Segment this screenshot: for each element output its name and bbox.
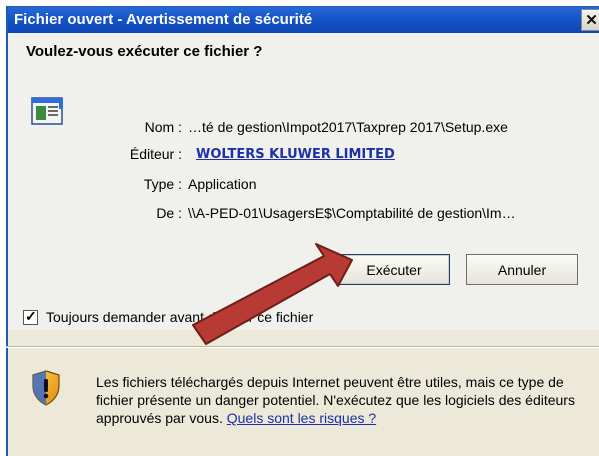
dialog-question: Voulez-vous exécuter ce fichier ? (26, 43, 263, 60)
close-button[interactable]: ✕ (581, 9, 599, 31)
risks-link[interactable]: Quels sont les risques ? (227, 410, 376, 426)
name-label: Nom : (144, 119, 182, 135)
from-value: \\A-PED-01\UsagersE$\Comptabilité de ges… (188, 205, 516, 221)
check-icon: ✓ (25, 308, 37, 324)
always-ask-checkbox[interactable]: ✓ (23, 308, 38, 325)
type-value: Application (188, 176, 257, 192)
cancel-button[interactable]: Annuler (466, 254, 578, 285)
close-icon: ✕ (585, 11, 598, 29)
run-button[interactable]: Exécuter (338, 254, 450, 285)
from-label: De : (156, 205, 182, 221)
window-title: Fichier ouvert - Avertissement de sécuri… (14, 11, 313, 28)
publisher-label: Éditeur : (129, 146, 182, 162)
publisher-link[interactable]: WOLTERS KLUWER LIMITED (196, 147, 395, 162)
always-ask-label[interactable]: Toujours demander avant d'ouvrir ce fich… (46, 309, 313, 325)
separator (6, 346, 599, 348)
warning-message: Les fichiers téléchargés depuis Internet… (96, 373, 576, 427)
name-value: …té de gestion\Impot2017\Taxprep 2017\Se… (188, 119, 508, 135)
title-bar[interactable]: Fichier ouvert - Avertissement de sécuri… (8, 7, 599, 33)
type-label: Type : (143, 176, 182, 192)
security-shield-icon (32, 370, 60, 406)
